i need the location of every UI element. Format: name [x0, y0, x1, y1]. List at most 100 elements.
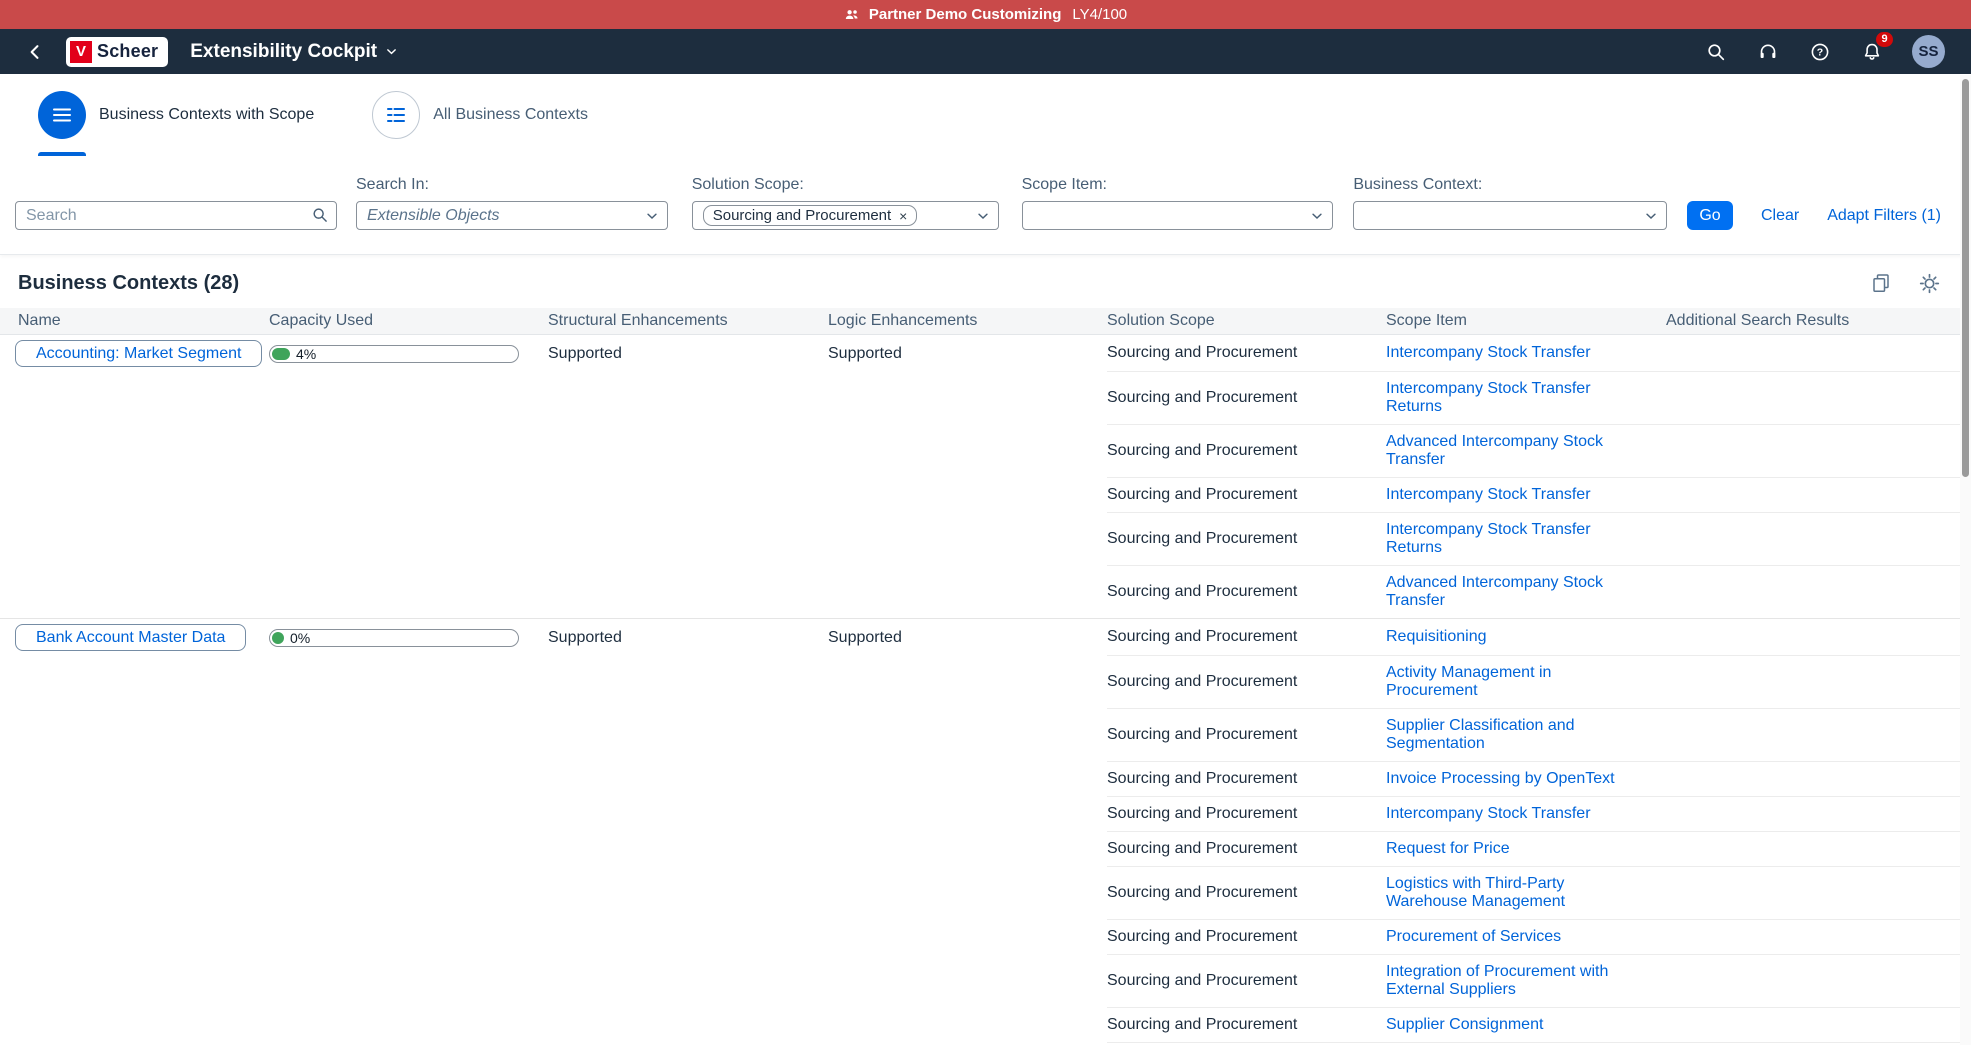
logic-enhancements-value: Supported	[828, 628, 902, 646]
column-header-scope-item[interactable]: Scope Item	[1386, 312, 1666, 330]
scope-item-link[interactable]: Intercompany Stock Transfer	[1386, 344, 1591, 362]
scope-item-row: Sourcing and Procurement Intercompany Sto…	[0, 372, 1971, 425]
additional-search-results-cell	[1666, 656, 1971, 709]
additional-search-results-cell	[1666, 709, 1971, 762]
scope-item-link[interactable]: Supplier Consignment	[1386, 1016, 1543, 1034]
scope-item-link[interactable]: Logistics with Third-Party Warehouse Man…	[1386, 875, 1640, 911]
additional-search-results-cell	[1666, 619, 1971, 656]
scope-item-link[interactable]: Invoice Processing by OpenText	[1386, 770, 1615, 788]
system-banner: Partner Demo Customizing LY4/100	[0, 0, 1971, 29]
scope-item-link[interactable]: Activity Management in Procurement	[1386, 664, 1640, 700]
scope-item-link[interactable]: Request for Price	[1386, 840, 1510, 858]
scope-item-row: Sourcing and Procurement Advanced Interco…	[0, 425, 1971, 478]
solution-scope-value: Sourcing and Procurement	[1107, 955, 1386, 1008]
scope-item-link[interactable]: Advanced Intercompany Stock Transfer	[1386, 574, 1640, 610]
app-title-menu[interactable]: Extensibility Cockpit	[190, 41, 398, 63]
additional-search-results-cell	[1666, 832, 1971, 867]
go-button[interactable]: Go	[1687, 201, 1733, 230]
scope-item-link[interactable]: Integration of Procurement with External…	[1386, 963, 1640, 999]
scope-item-select[interactable]	[1021, 201, 1334, 230]
column-header-name[interactable]: Name	[0, 312, 269, 330]
page: Partner Demo Customizing LY4/100 V Schee…	[0, 0, 1971, 1045]
support-headset-icon[interactable]	[1756, 40, 1780, 64]
additional-search-results-cell	[1666, 920, 1971, 955]
scope-item-link[interactable]: Supplier Classification and Segmentation	[1386, 717, 1640, 753]
shell-bar: V Scheer Extensibility Cockpit ? 9 SS	[0, 29, 1971, 74]
banner-text: Partner Demo Customizing	[868, 6, 1062, 23]
app-title: Extensibility Cockpit	[190, 40, 378, 62]
search-in-value: Extensible Objects	[367, 206, 500, 224]
additional-search-results-cell	[1666, 762, 1971, 797]
additional-search-results-cell	[1666, 335, 1971, 372]
avatar[interactable]: SS	[1912, 35, 1945, 68]
solution-scope-value: Sourcing and Procurement	[1107, 920, 1386, 955]
column-header-capacity-used[interactable]: Capacity Used	[269, 312, 548, 330]
tab-label: All Business Contexts	[433, 106, 588, 123]
scope-item-link[interactable]: Procurement of Services	[1386, 928, 1561, 946]
solution-scope-value: Sourcing and Procurement	[1107, 513, 1386, 566]
business-context-button[interactable]: Bank Account Master Data	[15, 624, 247, 651]
export-icon[interactable]	[1869, 271, 1893, 295]
scrollbar-thumb[interactable]	[1962, 79, 1969, 477]
search-icon[interactable]	[1704, 40, 1728, 64]
back-button[interactable]	[18, 35, 52, 69]
column-header-solution-scope[interactable]: Solution Scope	[1107, 312, 1386, 330]
chevron-down-icon	[645, 209, 659, 223]
tab-all-business-contexts[interactable]: All Business Contexts	[372, 74, 588, 156]
capacity-progress-fill	[272, 347, 290, 360]
column-header-structural-enhancements[interactable]: Structural Enhancements	[548, 312, 828, 330]
column-header-logic-enhancements[interactable]: Logic Enhancements	[828, 312, 1107, 330]
solution-scope-value: Sourcing and Procurement	[1107, 797, 1386, 832]
chevron-down-icon	[385, 45, 398, 58]
context-row: Accounting: Market Segment 4% Supported Sup…	[0, 335, 1971, 372]
additional-search-results-cell	[1666, 566, 1971, 618]
additional-search-results-cell	[1666, 372, 1971, 425]
token-remove-icon[interactable]: ×	[899, 209, 907, 223]
brand-logo-mark: V	[70, 40, 92, 63]
scope-item-link[interactable]: Advanced Intercompany Stock Transfer	[1386, 433, 1640, 469]
tab-business-contexts-with-scope[interactable]: Business Contexts with Scope	[38, 74, 314, 156]
scope-item-link[interactable]: Intercompany Stock Transfer	[1386, 805, 1591, 823]
scope-item-row: Sourcing and Procurement Integration of P…	[0, 955, 1971, 1008]
business-context-button[interactable]: Accounting: Market Segment	[15, 340, 263, 367]
additional-search-results-cell	[1666, 513, 1971, 566]
clear-link[interactable]: Clear	[1761, 207, 1799, 225]
table-toolbar: Business Contexts (28)	[0, 255, 1971, 308]
column-header-additional-search-results[interactable]: Additional Search Results	[1666, 312, 1971, 330]
solution-scope-label: Solution Scope:	[691, 176, 804, 193]
capacity-progress-fill	[272, 631, 284, 644]
search-in-select[interactable]: Extensible Objects	[356, 201, 668, 230]
business-context-select[interactable]	[1353, 201, 1668, 230]
scope-item-row: Sourcing and Procurement Supplier Consign…	[0, 1008, 1971, 1043]
solution-scope-value: Sourcing and Procurement	[1107, 583, 1298, 600]
solution-scope-value: Sourcing and Procurement	[1107, 709, 1386, 762]
token-text: Sourcing and Procurement	[712, 207, 892, 224]
scope-item-link[interactable]: Intercompany Stock Transfer Returns	[1386, 521, 1640, 557]
settings-gear-icon[interactable]	[1917, 271, 1941, 295]
capacity-progress-label: 0%	[290, 629, 311, 646]
vertical-scrollbar[interactable]	[1960, 75, 1971, 1045]
scope-item-link[interactable]: Intercompany Stock Transfer	[1386, 486, 1591, 504]
solution-scope-value: Sourcing and Procurement	[1107, 762, 1386, 797]
table-title: Business Contexts (28)	[18, 271, 240, 294]
adapt-filters-link[interactable]: Adapt Filters (1)	[1827, 207, 1941, 225]
solution-scope-select[interactable]: Sourcing and Procurement ×	[691, 201, 999, 230]
chevron-down-icon	[1310, 209, 1324, 223]
scope-item-row: Sourcing and Procurement Request for Pric…	[0, 832, 1971, 867]
search-icon[interactable]	[311, 206, 329, 229]
filter-bar: Search In: Extensible Objects Solution S…	[0, 156, 1971, 255]
scope-item-link[interactable]: Requisitioning	[1386, 628, 1487, 646]
list-lines-icon	[372, 91, 421, 139]
additional-search-results-cell	[1666, 425, 1971, 478]
scope-item-link[interactable]: Intercompany Stock Transfer Returns	[1386, 380, 1640, 416]
scope-item-row: Sourcing and Procurement Invoice Processi…	[0, 762, 1971, 797]
search-input[interactable]	[15, 201, 337, 230]
help-icon[interactable]: ?	[1808, 40, 1832, 64]
capacity-progress-bar: 0%	[269, 628, 519, 647]
svg-text:?: ?	[1817, 46, 1823, 58]
solution-scope-value: Sourcing and Procurement	[1107, 372, 1386, 425]
solution-scope-value: Sourcing and Procurement	[1107, 832, 1386, 867]
solution-scope-value: Sourcing and Procurement	[1107, 1008, 1386, 1043]
additional-search-results-cell	[1666, 867, 1971, 920]
brand-logo-text: Scheer	[97, 41, 159, 61]
